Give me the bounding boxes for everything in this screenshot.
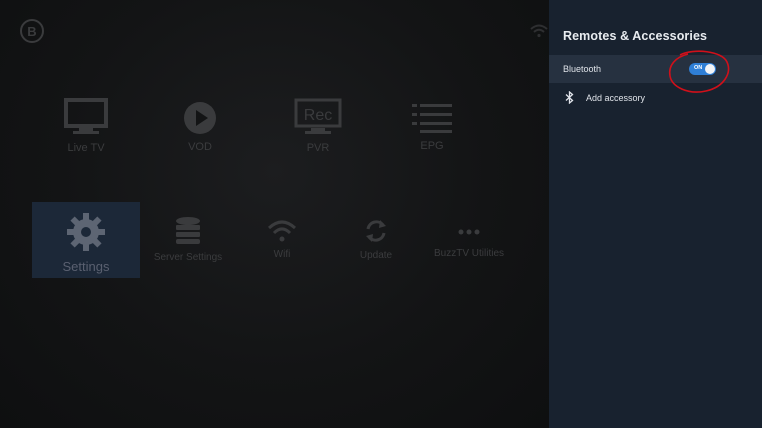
add-accessory-row[interactable]: Add accessory xyxy=(549,86,762,110)
bluetooth-label: Bluetooth xyxy=(563,64,602,74)
tile-label: BuzzTV Utilities xyxy=(434,248,505,259)
tile-label: EPG xyxy=(420,140,444,152)
tile-update[interactable]: Update xyxy=(356,218,396,261)
list-icon xyxy=(412,104,452,133)
remotes-accessories-panel: Remotes & Accessories Bluetooth ON Add a… xyxy=(549,0,762,428)
add-accessory-label: Add accessory xyxy=(586,93,646,103)
play-icon xyxy=(184,102,216,134)
tv-icon xyxy=(64,98,108,134)
rec-text: Rec xyxy=(304,107,332,124)
tile-label: VOD xyxy=(188,141,212,153)
tile-settings[interactable]: Settings xyxy=(32,202,140,278)
tile-label: Settings xyxy=(62,259,110,274)
tile-label: PVR xyxy=(306,142,330,154)
wifi-status-icon xyxy=(530,24,548,38)
more-icon xyxy=(458,229,480,235)
tile-epg[interactable]: EPG xyxy=(404,102,460,152)
home-background: B Live TV VOD Rec PVR EPG Settings Serve… xyxy=(0,0,549,428)
tile-label: Update xyxy=(359,250,393,261)
tile-server-settings[interactable]: Server Settings xyxy=(153,216,223,263)
wifi-icon xyxy=(267,220,297,242)
tile-label: Wifi xyxy=(273,249,291,260)
tile-buzztv-utilities[interactable]: BuzzTV Utilities xyxy=(434,222,505,259)
tile-wifi[interactable]: Wifi xyxy=(264,219,300,260)
tile-vod[interactable]: VOD xyxy=(176,101,224,153)
tile-pvr[interactable]: Rec PVR xyxy=(290,98,346,154)
bluetooth-icon xyxy=(565,91,574,104)
refresh-icon xyxy=(366,220,386,242)
tile-live-tv[interactable]: Live TV xyxy=(58,98,114,154)
tile-label: Server Settings xyxy=(153,252,223,263)
rec-icon: Rec xyxy=(294,98,342,134)
database-icon xyxy=(176,217,200,244)
buzztv-logo-icon: B xyxy=(20,19,44,43)
gear-icon xyxy=(67,213,105,251)
panel-title: Remotes & Accessories xyxy=(563,29,708,43)
tile-label: Live TV xyxy=(67,142,105,154)
